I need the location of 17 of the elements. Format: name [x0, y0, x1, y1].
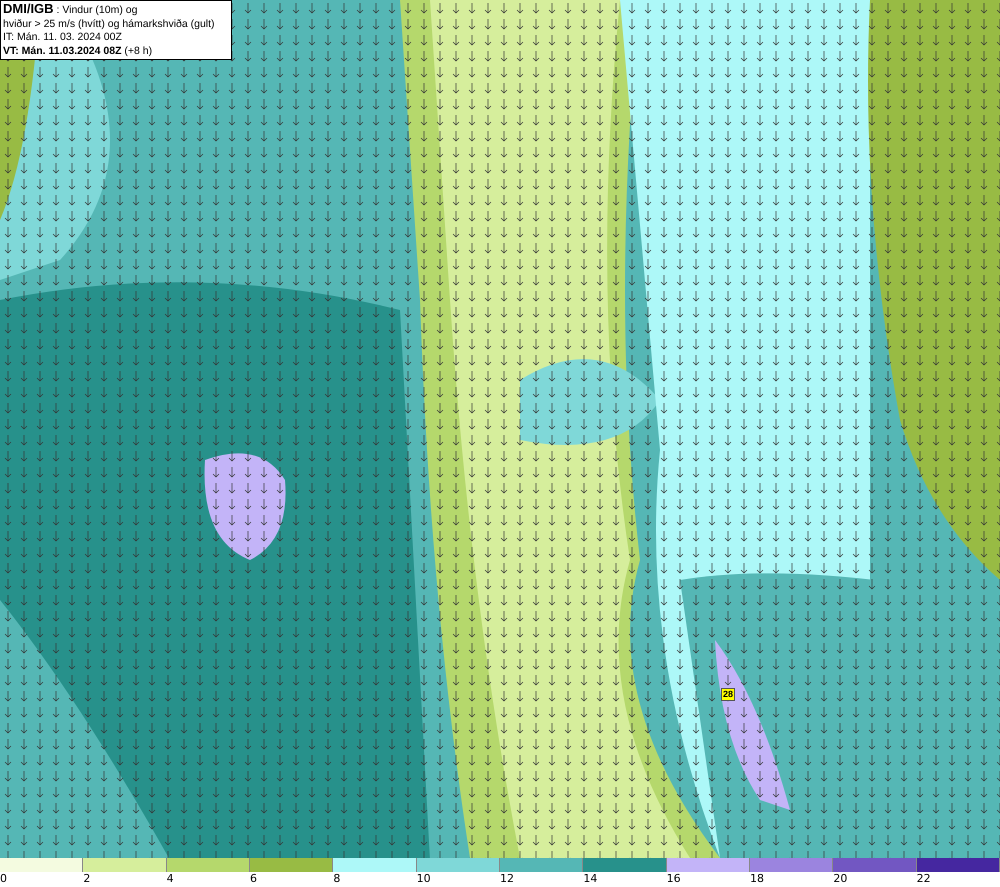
legend-label: 6 [250, 872, 257, 886]
gust-label: 28 [721, 688, 736, 701]
valid-time: VT: Mán. 11.03.2024 08Z (+8 h) [3, 44, 154, 58]
legend-label: 12 [500, 872, 514, 886]
legend-label: 16 [666, 872, 681, 886]
legend-label: 20 [833, 872, 848, 886]
legend-label: 10 [416, 872, 431, 886]
legend-label: 8 [333, 872, 340, 886]
map-title: DMI/IGB : Vindur (10m) og [3, 2, 138, 18]
legend-label: 14 [583, 872, 598, 886]
legend-label: 4 [166, 872, 174, 886]
legend-label: 2 [83, 872, 90, 886]
issue-time: IT: Mán. 11. 03. 2024 00Z [3, 31, 123, 44]
map-subtitle: hviður > 25 m/s (hvítt) og hámarkshviða (gult) [3, 18, 216, 31]
legend-label: 22 [916, 872, 931, 886]
legend-label: 18 [750, 872, 764, 886]
legend-label: 0 [0, 872, 7, 886]
